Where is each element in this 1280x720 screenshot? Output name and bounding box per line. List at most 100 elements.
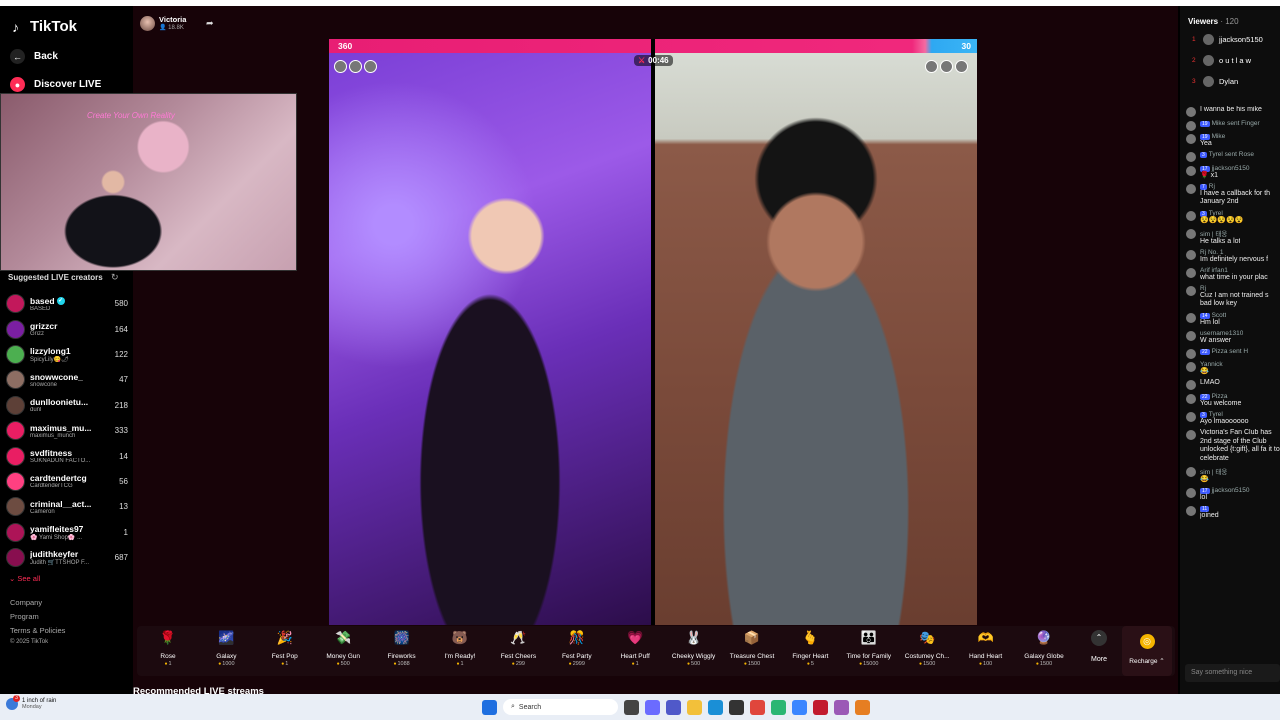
app-icon[interactable] bbox=[834, 699, 849, 715]
battle-video[interactable]: 360 30 ⚔ 00:46 bbox=[329, 39, 977, 625]
viewers-header[interactable]: Viewers · 120 bbox=[1188, 17, 1239, 26]
weather-widget[interactable]: 3 1 inch of rain Monday bbox=[6, 695, 56, 710]
chat-message[interactable]: 17 jjackson5150 lol bbox=[1186, 487, 1280, 503]
chat-message[interactable]: 11 joined bbox=[1186, 505, 1280, 521]
chat-message[interactable]: I wanna be his mike bbox=[1186, 106, 1280, 117]
chat-message[interactable]: sim | 태웅 He talks a lot bbox=[1186, 228, 1280, 247]
creator-item[interactable]: svdfitness SUKNADUN FACTO... 14 bbox=[6, 443, 128, 468]
creator-item[interactable]: snowwcone_ snowcone 47 bbox=[6, 367, 128, 392]
more-gifts-button[interactable]: ⌃ More bbox=[1087, 630, 1111, 663]
chat-message[interactable]: 3 Tyrel Ayo lmaoooooo bbox=[1186, 411, 1280, 427]
app-icon[interactable] bbox=[813, 699, 828, 715]
gift-name: Time for Family bbox=[846, 653, 892, 660]
gift-item[interactable]: 🐻 I'm Ready!1 bbox=[431, 628, 489, 667]
host-info[interactable]: Victoria 👤 18.8K bbox=[140, 15, 186, 31]
chat-message[interactable]: LMAO bbox=[1186, 379, 1280, 391]
gift-item[interactable]: 💗 Heart Puff1 bbox=[606, 628, 664, 667]
chat-avatar bbox=[1186, 348, 1196, 359]
recharge-button[interactable]: ◎ Recharge ⌃ bbox=[1122, 626, 1172, 676]
creator-subtitle: 🌸 Yami Shop🌸 ... bbox=[30, 534, 83, 541]
refresh-icon[interactable]: ↻ bbox=[111, 272, 119, 283]
viewer-row[interactable]: 1 jjackson5150 bbox=[1192, 34, 1263, 45]
app-icon[interactable] bbox=[771, 699, 786, 715]
taskbar-search[interactable]: ⌕ Search bbox=[503, 699, 618, 715]
gift-item[interactable]: 💸 Money Gun500 bbox=[314, 628, 372, 667]
footer-program[interactable]: Program bbox=[10, 612, 39, 621]
host-followers-count: 18.8K bbox=[168, 25, 184, 31]
picture-in-picture-video[interactable]: Create Your Own Reality bbox=[0, 93, 297, 271]
creator-item[interactable]: based ✓ BASED 580 bbox=[6, 291, 128, 316]
chat-message[interactable]: 22 Pizza sent H bbox=[1186, 348, 1280, 359]
right-top-gifters[interactable] bbox=[925, 60, 968, 73]
discover-live-button[interactable]: ● Discover LIVE bbox=[10, 77, 101, 92]
gift-item[interactable]: 🫶 Hand Heart100 bbox=[957, 628, 1015, 667]
footer-company[interactable]: Company bbox=[10, 598, 42, 607]
chat-message[interactable]: 3 Tyrel 😵😵😵😵😵 bbox=[1186, 210, 1280, 226]
chat-message[interactable]: Arif irfan1 what time in your plac bbox=[1186, 267, 1280, 283]
app-icon[interactable] bbox=[792, 699, 807, 715]
gift-item[interactable]: 🎉 Fest Pop1 bbox=[256, 628, 314, 667]
edge-icon[interactable] bbox=[708, 699, 723, 715]
viewer-name: jjackson5150 bbox=[1219, 35, 1263, 44]
creator-viewer-count: 122 bbox=[114, 349, 128, 359]
creator-item[interactable]: dunlloonietu... dunl 218 bbox=[6, 393, 128, 418]
coin-icon: ◎ bbox=[1139, 634, 1155, 649]
creator-item[interactable]: judithkeyfer Judith 🛒TTSHOP F... 687 bbox=[6, 545, 128, 570]
creator-item[interactable]: yamifleites97 🌸 Yami Shop🌸 ... 1 bbox=[6, 520, 128, 545]
chat-text: Yea bbox=[1200, 140, 1212, 148]
chat-text: Im definitely nervous f bbox=[1200, 255, 1269, 263]
creator-viewer-count: 13 bbox=[119, 502, 128, 512]
gift-item[interactable]: 🔮 Galaxy Globe1500 bbox=[1015, 628, 1073, 667]
left-top-gifters[interactable] bbox=[334, 60, 377, 73]
app-icon[interactable] bbox=[855, 699, 870, 715]
gift-item[interactable]: 🌹 Rose1 bbox=[139, 628, 197, 667]
chat-message[interactable]: username1310 W answer bbox=[1186, 330, 1280, 346]
chrome-icon[interactable] bbox=[750, 699, 765, 715]
share-icon[interactable]: ➦ bbox=[206, 18, 214, 29]
chat-message[interactable]: 19 Mike sent Finger bbox=[1186, 120, 1280, 131]
chat-message[interactable]: 17 jjackson5150 🌹 x1 bbox=[1186, 165, 1280, 181]
chat-message[interactable]: Victoria's Fan Club has 2nd stage of the… bbox=[1186, 429, 1280, 463]
chat-message[interactable]: 19 Mike Yea bbox=[1186, 133, 1280, 149]
file-explorer-icon[interactable] bbox=[687, 699, 702, 715]
creator-item[interactable]: cardtendertcg CardtenderTCG 56 bbox=[6, 469, 128, 494]
chat-message[interactable]: 3 Tyrel sent Rose bbox=[1186, 151, 1280, 163]
see-all-link[interactable]: ⌄ See all bbox=[9, 574, 40, 583]
chat-message[interactable]: Rj Cuz I am not trained s bad low key bbox=[1186, 285, 1280, 309]
gift-item[interactable]: 🎊 Fest Party2999 bbox=[548, 628, 606, 667]
gift-item[interactable]: 🐰 Cheeky Wiggly500 bbox=[665, 628, 723, 667]
video-right-guest[interactable] bbox=[655, 53, 977, 625]
store-icon[interactable] bbox=[729, 699, 744, 715]
gift-item[interactable]: 🌌 Galaxy1000 bbox=[197, 628, 255, 667]
chat-message[interactable]: Yannick 😂 bbox=[1186, 361, 1280, 377]
creator-item[interactable]: lizzylong1 SpicyLily😋🌶 122 bbox=[6, 342, 128, 367]
gift-item[interactable]: 🎭 Costumey Ch...1500 bbox=[898, 628, 956, 667]
creator-name: dunlloonietu... bbox=[30, 397, 108, 407]
chat-message[interactable]: 7 Rj I have a callback for th January 2nd bbox=[1186, 183, 1280, 207]
chat-message[interactable]: sim | 태웅 😂 bbox=[1186, 466, 1280, 485]
video-left-host[interactable] bbox=[329, 53, 651, 625]
viewer-row[interactable]: 2 o u t l a w bbox=[1192, 55, 1251, 66]
tiktok-logo[interactable]: ♪ TikTok bbox=[12, 18, 77, 35]
chat-message[interactable]: 22 Pizza You welcome bbox=[1186, 393, 1280, 409]
chat-body: Arif irfan1 what time in your plac bbox=[1200, 267, 1268, 283]
chat-message[interactable]: Rj No. 1 Im definitely nervous f bbox=[1186, 249, 1280, 265]
task-view-icon[interactable] bbox=[624, 699, 639, 715]
back-button[interactable]: ← Back bbox=[10, 49, 58, 64]
copilot-icon[interactable] bbox=[645, 699, 660, 715]
gift-item[interactable]: 🎆 Fireworks1088 bbox=[373, 628, 431, 667]
gift-item[interactable]: 🫰 Finger Heart5 bbox=[781, 628, 839, 667]
chat-message[interactable]: 14 Scott Hm lol bbox=[1186, 312, 1280, 328]
teams-icon[interactable] bbox=[666, 699, 681, 715]
creator-item[interactable]: grizzcr Grizz 164 bbox=[6, 316, 128, 341]
creator-item[interactable]: criminal__act... Cameron 13 bbox=[6, 494, 128, 519]
footer-terms[interactable]: Terms & Policies bbox=[10, 626, 65, 635]
gift-item[interactable]: 🥂 Fest Cheers299 bbox=[489, 628, 547, 667]
gift-item[interactable]: 👪 Time for Family15000 bbox=[840, 628, 898, 667]
windows-start-icon[interactable] bbox=[482, 699, 497, 715]
gift-item[interactable]: 📦 Treasure Chest1500 bbox=[723, 628, 781, 667]
chat-input[interactable]: Say something nice bbox=[1185, 664, 1280, 682]
chat-username: Scott bbox=[1211, 311, 1227, 319]
viewer-row[interactable]: 3 Dylan bbox=[1192, 76, 1238, 87]
creator-item[interactable]: maximus_mu... maximus_munch 333 bbox=[6, 418, 128, 443]
